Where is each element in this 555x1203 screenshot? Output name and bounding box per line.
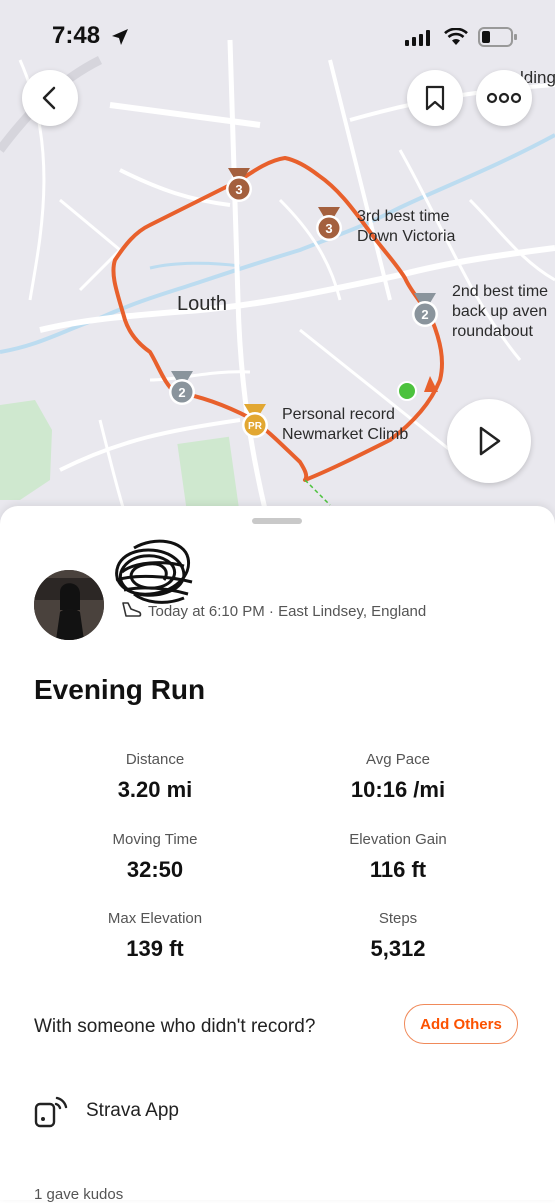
stat-steps: Steps 5,312 [288, 910, 508, 962]
segment-label-line: back up aven [452, 303, 548, 320]
cellular-signal-icon [405, 30, 430, 46]
location-arrow-icon [112, 29, 128, 45]
with-others-prompt: With someone who didn't record? [34, 1016, 316, 1037]
segment-label-line: Down Victoria [357, 228, 456, 245]
stat-label: Distance [125, 751, 185, 768]
phone-broadcast-icon [34, 1096, 68, 1128]
segment-medal-pr-icon[interactable]: PR [238, 404, 272, 445]
svg-text:3: 3 [325, 221, 332, 236]
stat-max-elevation: Max Elevation 139 ft [45, 910, 265, 962]
run-shoe-icon [122, 602, 142, 617]
svg-text:2: 2 [178, 385, 185, 400]
segment-label-line: Personal record [282, 406, 395, 423]
stat-distance: Distance 3.20 mi [45, 751, 265, 803]
segment-label-3[interactable]: Personal record Newmarket Climb [282, 405, 408, 445]
segment-label-2[interactable]: 2nd best time back up aven roundabout [452, 282, 548, 342]
segment-medal-bronze-icon[interactable]: 3 [222, 168, 256, 209]
stat-label: Avg Pace [366, 751, 430, 768]
segment-label-line: 3rd best time [357, 208, 450, 225]
add-others-button[interactable]: Add Others [404, 1004, 518, 1044]
stat-label: Moving Time [112, 831, 198, 848]
device-row[interactable] [34, 1094, 70, 1135]
save-route-button[interactable] [407, 70, 463, 126]
bookmark-icon [425, 85, 445, 111]
stat-elevation-gain: Elevation Gain 116 ft [288, 831, 508, 883]
svg-text:3: 3 [235, 182, 242, 197]
town-label: Louth [177, 293, 228, 315]
battery-low-icon [478, 27, 517, 47]
activity-date-location: Today at 6:10 PM · East Lindsey, England [148, 603, 427, 620]
segment-label-1[interactable]: 3rd best time Down Victoria [357, 207, 455, 247]
segment-label-line: Newmarket Climb [282, 426, 409, 443]
stat-label: Steps [378, 910, 418, 927]
wifi-icon [444, 28, 468, 45]
segment-medal-silver-icon[interactable]: 2 [408, 293, 442, 334]
stat-label: Max Elevation [107, 910, 203, 927]
stat-value: 5,312 [370, 936, 426, 961]
status-bar: 7:48 [0, 22, 555, 52]
segment-label-line: 2nd best time [452, 283, 549, 300]
stat-avg-pace: Avg Pace 10:16 /mi [288, 751, 508, 803]
stat-moving-time: Moving Time 32:50 [45, 831, 265, 883]
sheet-drag-handle[interactable] [252, 518, 302, 524]
segment-label-line: roundabout [452, 323, 533, 340]
svg-text:PR: PR [248, 421, 263, 432]
more-dots-icon [487, 92, 521, 104]
svg-text:2: 2 [421, 307, 428, 322]
stat-value: 139 ft [126, 936, 184, 961]
status-time: 7:48 [52, 22, 101, 49]
activity-sheet: Today at 6:10 PM · East Lindsey, England… [0, 506, 555, 1203]
segment-medal-bronze-icon[interactable]: 3 [312, 207, 346, 248]
athlete-avatar[interactable] [34, 570, 104, 640]
kudos-count[interactable]: 1 gave kudos [34, 1186, 123, 1203]
play-flyover-button[interactable] [447, 399, 531, 483]
segment-medal-silver-icon[interactable]: 2 [165, 371, 199, 412]
activity-title[interactable]: Evening Run [34, 674, 205, 706]
back-button[interactable] [22, 70, 78, 126]
play-icon [479, 426, 501, 456]
more-options-button[interactable] [476, 70, 532, 126]
stat-value: 116 ft [369, 857, 427, 882]
stat-value: 10:16 /mi [350, 777, 446, 802]
stat-value: 32:50 [126, 857, 184, 882]
device-name: Strava App [86, 1100, 179, 1121]
stat-value: 3.20 mi [117, 777, 193, 802]
stat-label: Elevation Gain [349, 831, 447, 848]
chevron-left-icon [42, 86, 56, 110]
route-map[interactable]: 3 3 2 2 PR Louth lding 3rd best time Dow… [0, 0, 555, 530]
